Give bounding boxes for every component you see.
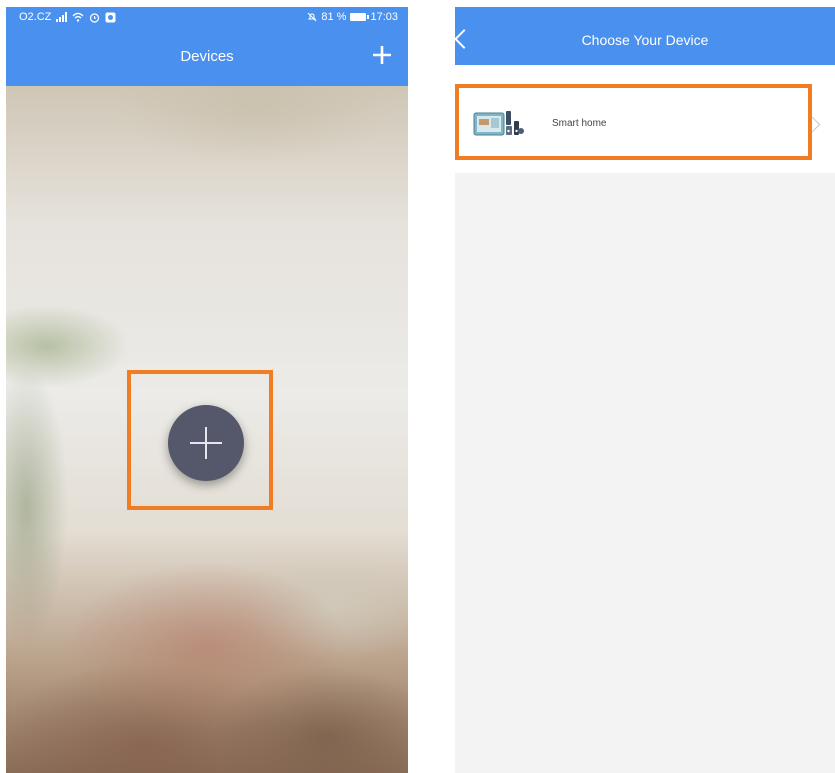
devices-screen: O2.CZ 81 % 17:03 Devices [6, 7, 408, 773]
alarm-icon [90, 12, 100, 23]
battery-icon [350, 13, 370, 21]
status-left: O2.CZ [19, 11, 116, 23]
app-notification-icon [105, 12, 116, 22]
carrier-label: O2.CZ [19, 11, 52, 23]
choose-device-screen: Choose Your Device Smart home [455, 7, 835, 773]
wifi-icon [72, 12, 84, 22]
status-bar: O2.CZ 81 % 17:03 [6, 7, 408, 29]
page-title: Choose Your Device [581, 32, 709, 48]
plus-icon [373, 46, 391, 64]
app-bar: Devices [6, 29, 408, 86]
page-title: Devices [180, 48, 234, 65]
app-bar: Choose Your Device [455, 7, 835, 65]
battery-percent: 81 % [321, 11, 347, 23]
add-device-button[interactable] [368, 41, 396, 69]
clock: 17:03 [370, 11, 398, 23]
highlight-box [455, 84, 812, 160]
mute-icon [308, 12, 317, 22]
status-right: 81 % 17:03 [307, 11, 398, 23]
highlight-box [127, 370, 273, 510]
signal-icon [56, 12, 68, 22]
